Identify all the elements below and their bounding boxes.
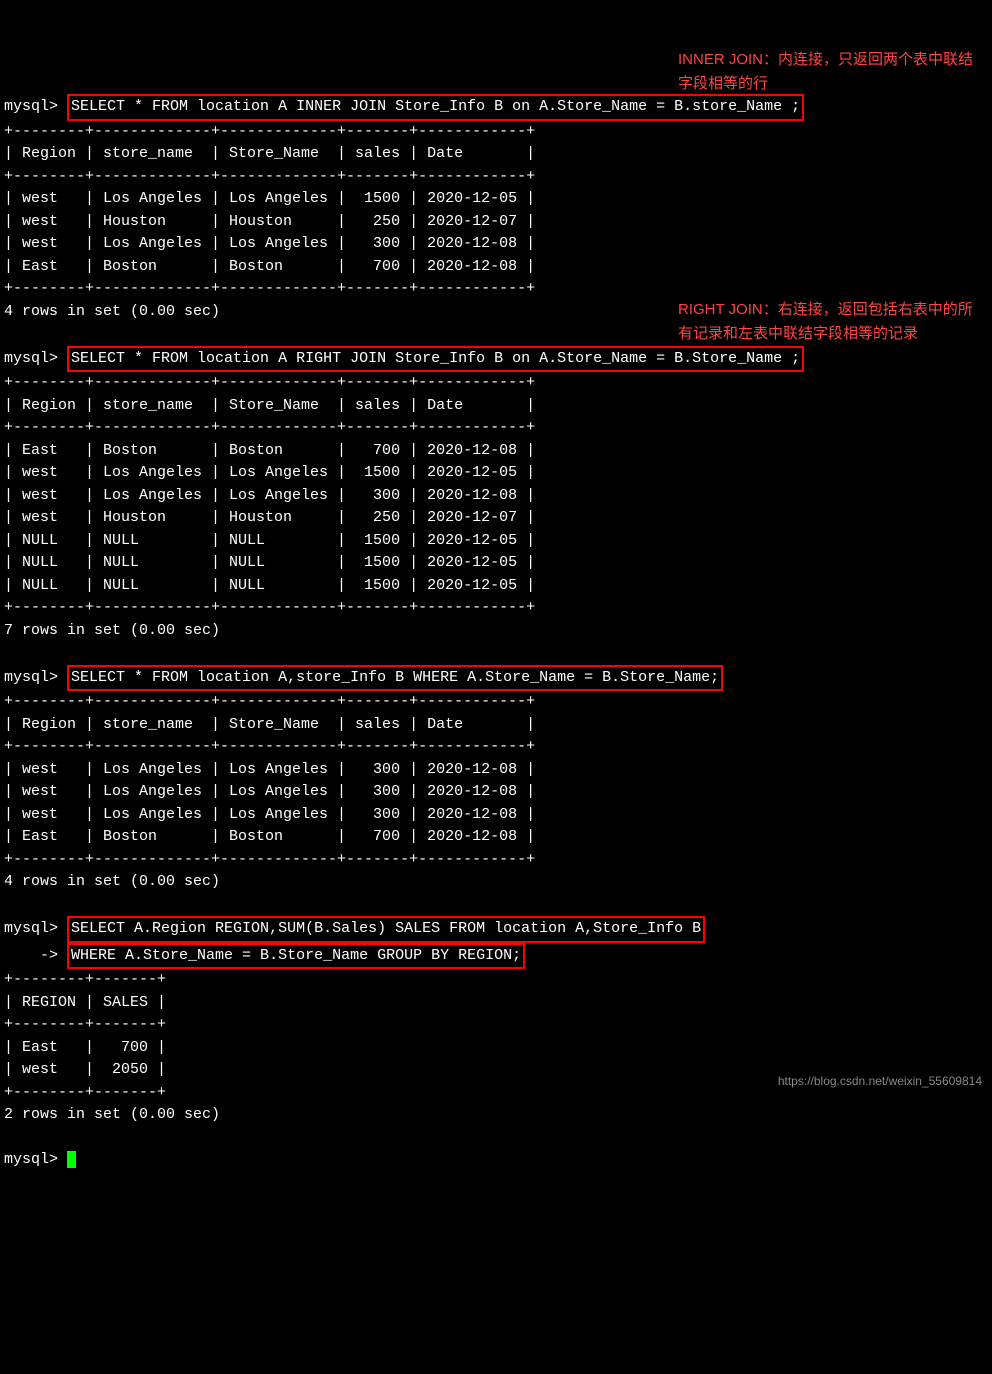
table3-header: | Region | store_name | Store_Name | sal… <box>4 716 535 733</box>
watermark: https://blog.csdn.net/weixin_55609814 <box>778 1072 982 1090</box>
table2-row: | west | Houston | Houston | 250 | 2020-… <box>4 509 535 526</box>
mysql-prompt: mysql> <box>4 350 58 367</box>
table2-row: | west | Los Angeles | Los Angeles | 150… <box>4 464 535 481</box>
table1-footer: 4 rows in set (0.00 sec) <box>4 303 220 320</box>
table3-row: | East | Boston | Boston | 700 | 2020-12… <box>4 828 535 845</box>
table4-row: | East | 700 | <box>4 1039 166 1056</box>
table2-header: | Region | store_name | Store_Name | sal… <box>4 397 535 414</box>
table2-sep: +--------+-------------+-------------+--… <box>4 599 535 616</box>
table2-row: | East | Boston | Boston | 700 | 2020-12… <box>4 442 535 459</box>
sql-query-1: SELECT * FROM location A INNER JOIN Stor… <box>67 94 804 121</box>
mysql-prompt: mysql> <box>4 98 58 115</box>
table1-row: | west | Los Angeles | Los Angeles | 150… <box>4 190 535 207</box>
table4-header: | REGION | SALES | <box>4 994 166 1011</box>
mysql-cont-prompt: -> <box>4 947 58 964</box>
table1-row: | west | Houston | Houston | 250 | 2020-… <box>4 213 535 230</box>
table3-footer: 4 rows in set (0.00 sec) <box>4 873 220 890</box>
annotation-inner-join: INNER JOIN：内连接，只返回两个表中联结字段相等的行 <box>678 48 978 96</box>
table2-row: | NULL | NULL | NULL | 1500 | 2020-12-05… <box>4 554 535 571</box>
table4-sep: +--------+-------+ <box>4 971 166 988</box>
table2-sep: +--------+-------------+-------------+--… <box>4 419 535 436</box>
cursor[interactable] <box>67 1151 76 1168</box>
table3-sep: +--------+-------------+-------------+--… <box>4 851 535 868</box>
table1-header: | Region | store_name | Store_Name | sal… <box>4 145 535 162</box>
annotation-right-join: RIGHT JOIN：右连接，返回包括右表中的所有记录和左表中联结字段相等的记录 <box>678 298 978 346</box>
table3-row: | west | Los Angeles | Los Angeles | 300… <box>4 806 535 823</box>
table1-sep: +--------+-------------+-------------+--… <box>4 280 535 297</box>
table2-footer: 7 rows in set (0.00 sec) <box>4 622 220 639</box>
table2-sep: +--------+-------------+-------------+--… <box>4 374 535 391</box>
mysql-prompt: mysql> <box>4 1151 58 1168</box>
sql-query-4-line2: WHERE A.Store_Name = B.Store_Name GROUP … <box>67 943 525 970</box>
table2-row: | west | Los Angeles | Los Angeles | 300… <box>4 487 535 504</box>
mysql-prompt: mysql> <box>4 669 58 686</box>
table4-footer: 2 rows in set (0.00 sec) <box>4 1106 220 1123</box>
table1-sep: +--------+-------------+-------------+--… <box>4 123 535 140</box>
terminal-output: mysql> SELECT * FROM location A INNER JO… <box>4 94 988 1172</box>
table1-sep: +--------+-------------+-------------+--… <box>4 168 535 185</box>
table2-row: | NULL | NULL | NULL | 1500 | 2020-12-05… <box>4 532 535 549</box>
sql-query-2: SELECT * FROM location A RIGHT JOIN Stor… <box>67 346 804 373</box>
table1-row: | west | Los Angeles | Los Angeles | 300… <box>4 235 535 252</box>
table3-sep: +--------+-------------+-------------+--… <box>4 738 535 755</box>
table4-sep: +--------+-------+ <box>4 1016 166 1033</box>
sql-query-4-line1: SELECT A.Region REGION,SUM(B.Sales) SALE… <box>67 916 705 943</box>
table3-row: | west | Los Angeles | Los Angeles | 300… <box>4 761 535 778</box>
table2-row: | NULL | NULL | NULL | 1500 | 2020-12-05… <box>4 577 535 594</box>
table1-row: | East | Boston | Boston | 700 | 2020-12… <box>4 258 535 275</box>
table4-row: | west | 2050 | <box>4 1061 166 1078</box>
table3-row: | west | Los Angeles | Los Angeles | 300… <box>4 783 535 800</box>
mysql-prompt: mysql> <box>4 920 58 937</box>
table3-sep: +--------+-------------+-------------+--… <box>4 693 535 710</box>
table4-sep: +--------+-------+ <box>4 1084 166 1101</box>
sql-query-3: SELECT * FROM location A,store_Info B WH… <box>67 665 723 692</box>
